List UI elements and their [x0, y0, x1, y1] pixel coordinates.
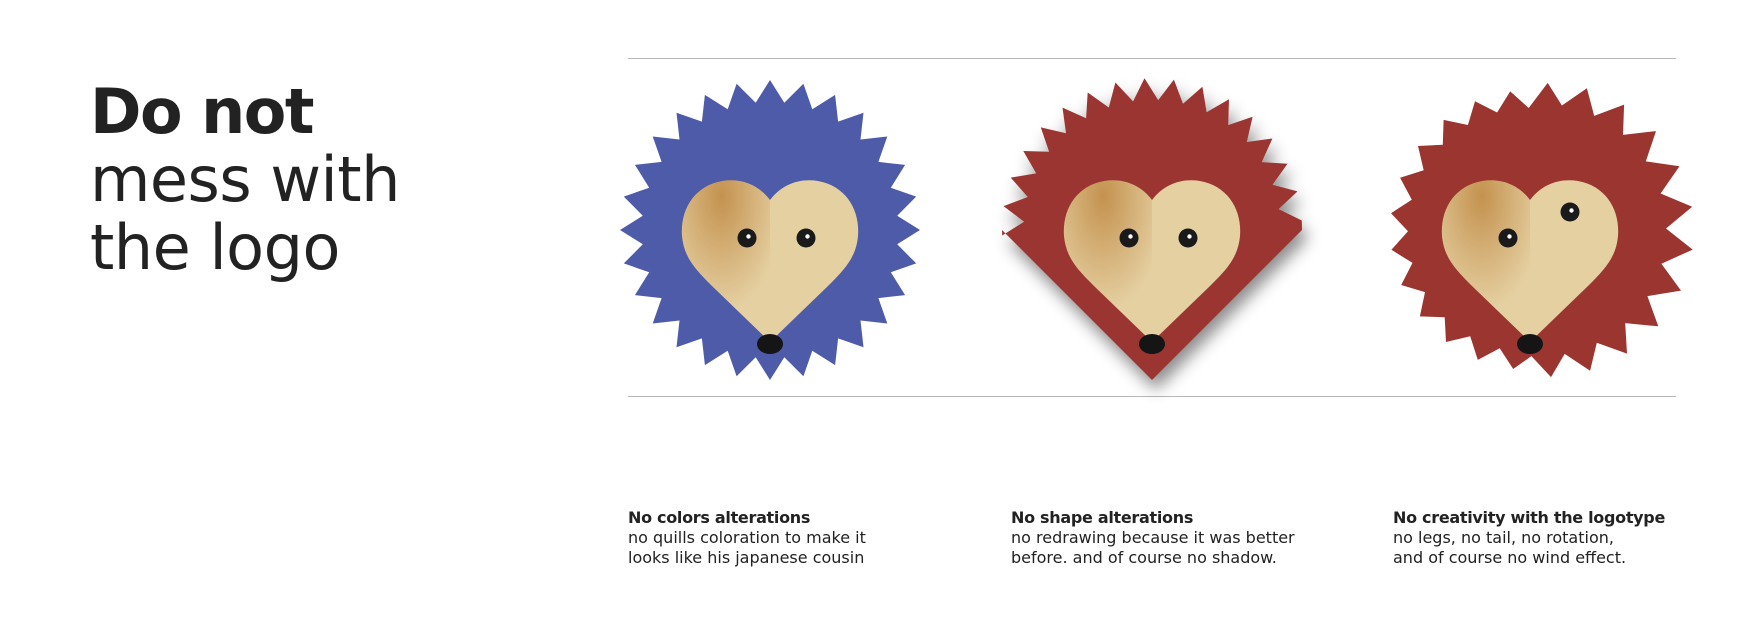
hedgehog-logo-blue-quills-icon: [620, 80, 920, 380]
caption-title: No shape alterations: [1011, 508, 1194, 527]
example-logotype-panel: [1380, 80, 1693, 380]
hedgehog-logo-wind-effect-icon: [1391, 82, 1693, 378]
nose: [1517, 334, 1543, 354]
example-colors-panel: [620, 80, 920, 380]
page-headline: Do not mess with the logo: [90, 78, 400, 282]
hedgehog-logo-square-shadow-icon: [1002, 78, 1302, 380]
eye-highlight: [746, 234, 751, 239]
bottom-divider: [628, 396, 1676, 397]
caption-logotype: No creativity with the logotype no legs,…: [1393, 508, 1665, 568]
nose: [757, 334, 783, 354]
caption-title: No colors alterations: [628, 508, 811, 527]
eye-highlight: [805, 234, 810, 239]
example-shape-panel: [1002, 78, 1302, 380]
top-divider: [628, 58, 1676, 59]
caption-line: no quills coloration to make it: [628, 528, 866, 547]
headline-line-1: Do not: [90, 75, 315, 148]
caption-line: no redrawing because it was better: [1011, 528, 1295, 547]
caption-line: no legs, no tail, no rotation,: [1393, 528, 1614, 547]
caption-line: and of course no wind effect.: [1393, 548, 1627, 567]
caption-shape: No shape alterations no redrawing becaus…: [1011, 508, 1295, 568]
eye-highlight: [1187, 234, 1192, 239]
headline-line-3: the logo: [90, 211, 340, 284]
eye-highlight: [1128, 234, 1133, 239]
caption-title: No creativity with the logotype: [1393, 508, 1666, 527]
headline-line-2: mess with: [90, 143, 400, 216]
caption-line: looks like his japanese cousin: [628, 548, 865, 567]
nose: [1139, 334, 1165, 354]
caption-line: before. and of course no shadow.: [1011, 548, 1277, 567]
caption-colors: No colors alterations no quills colorati…: [628, 508, 866, 568]
eye-highlight: [1507, 234, 1512, 239]
eye-highlight: [1569, 208, 1574, 213]
